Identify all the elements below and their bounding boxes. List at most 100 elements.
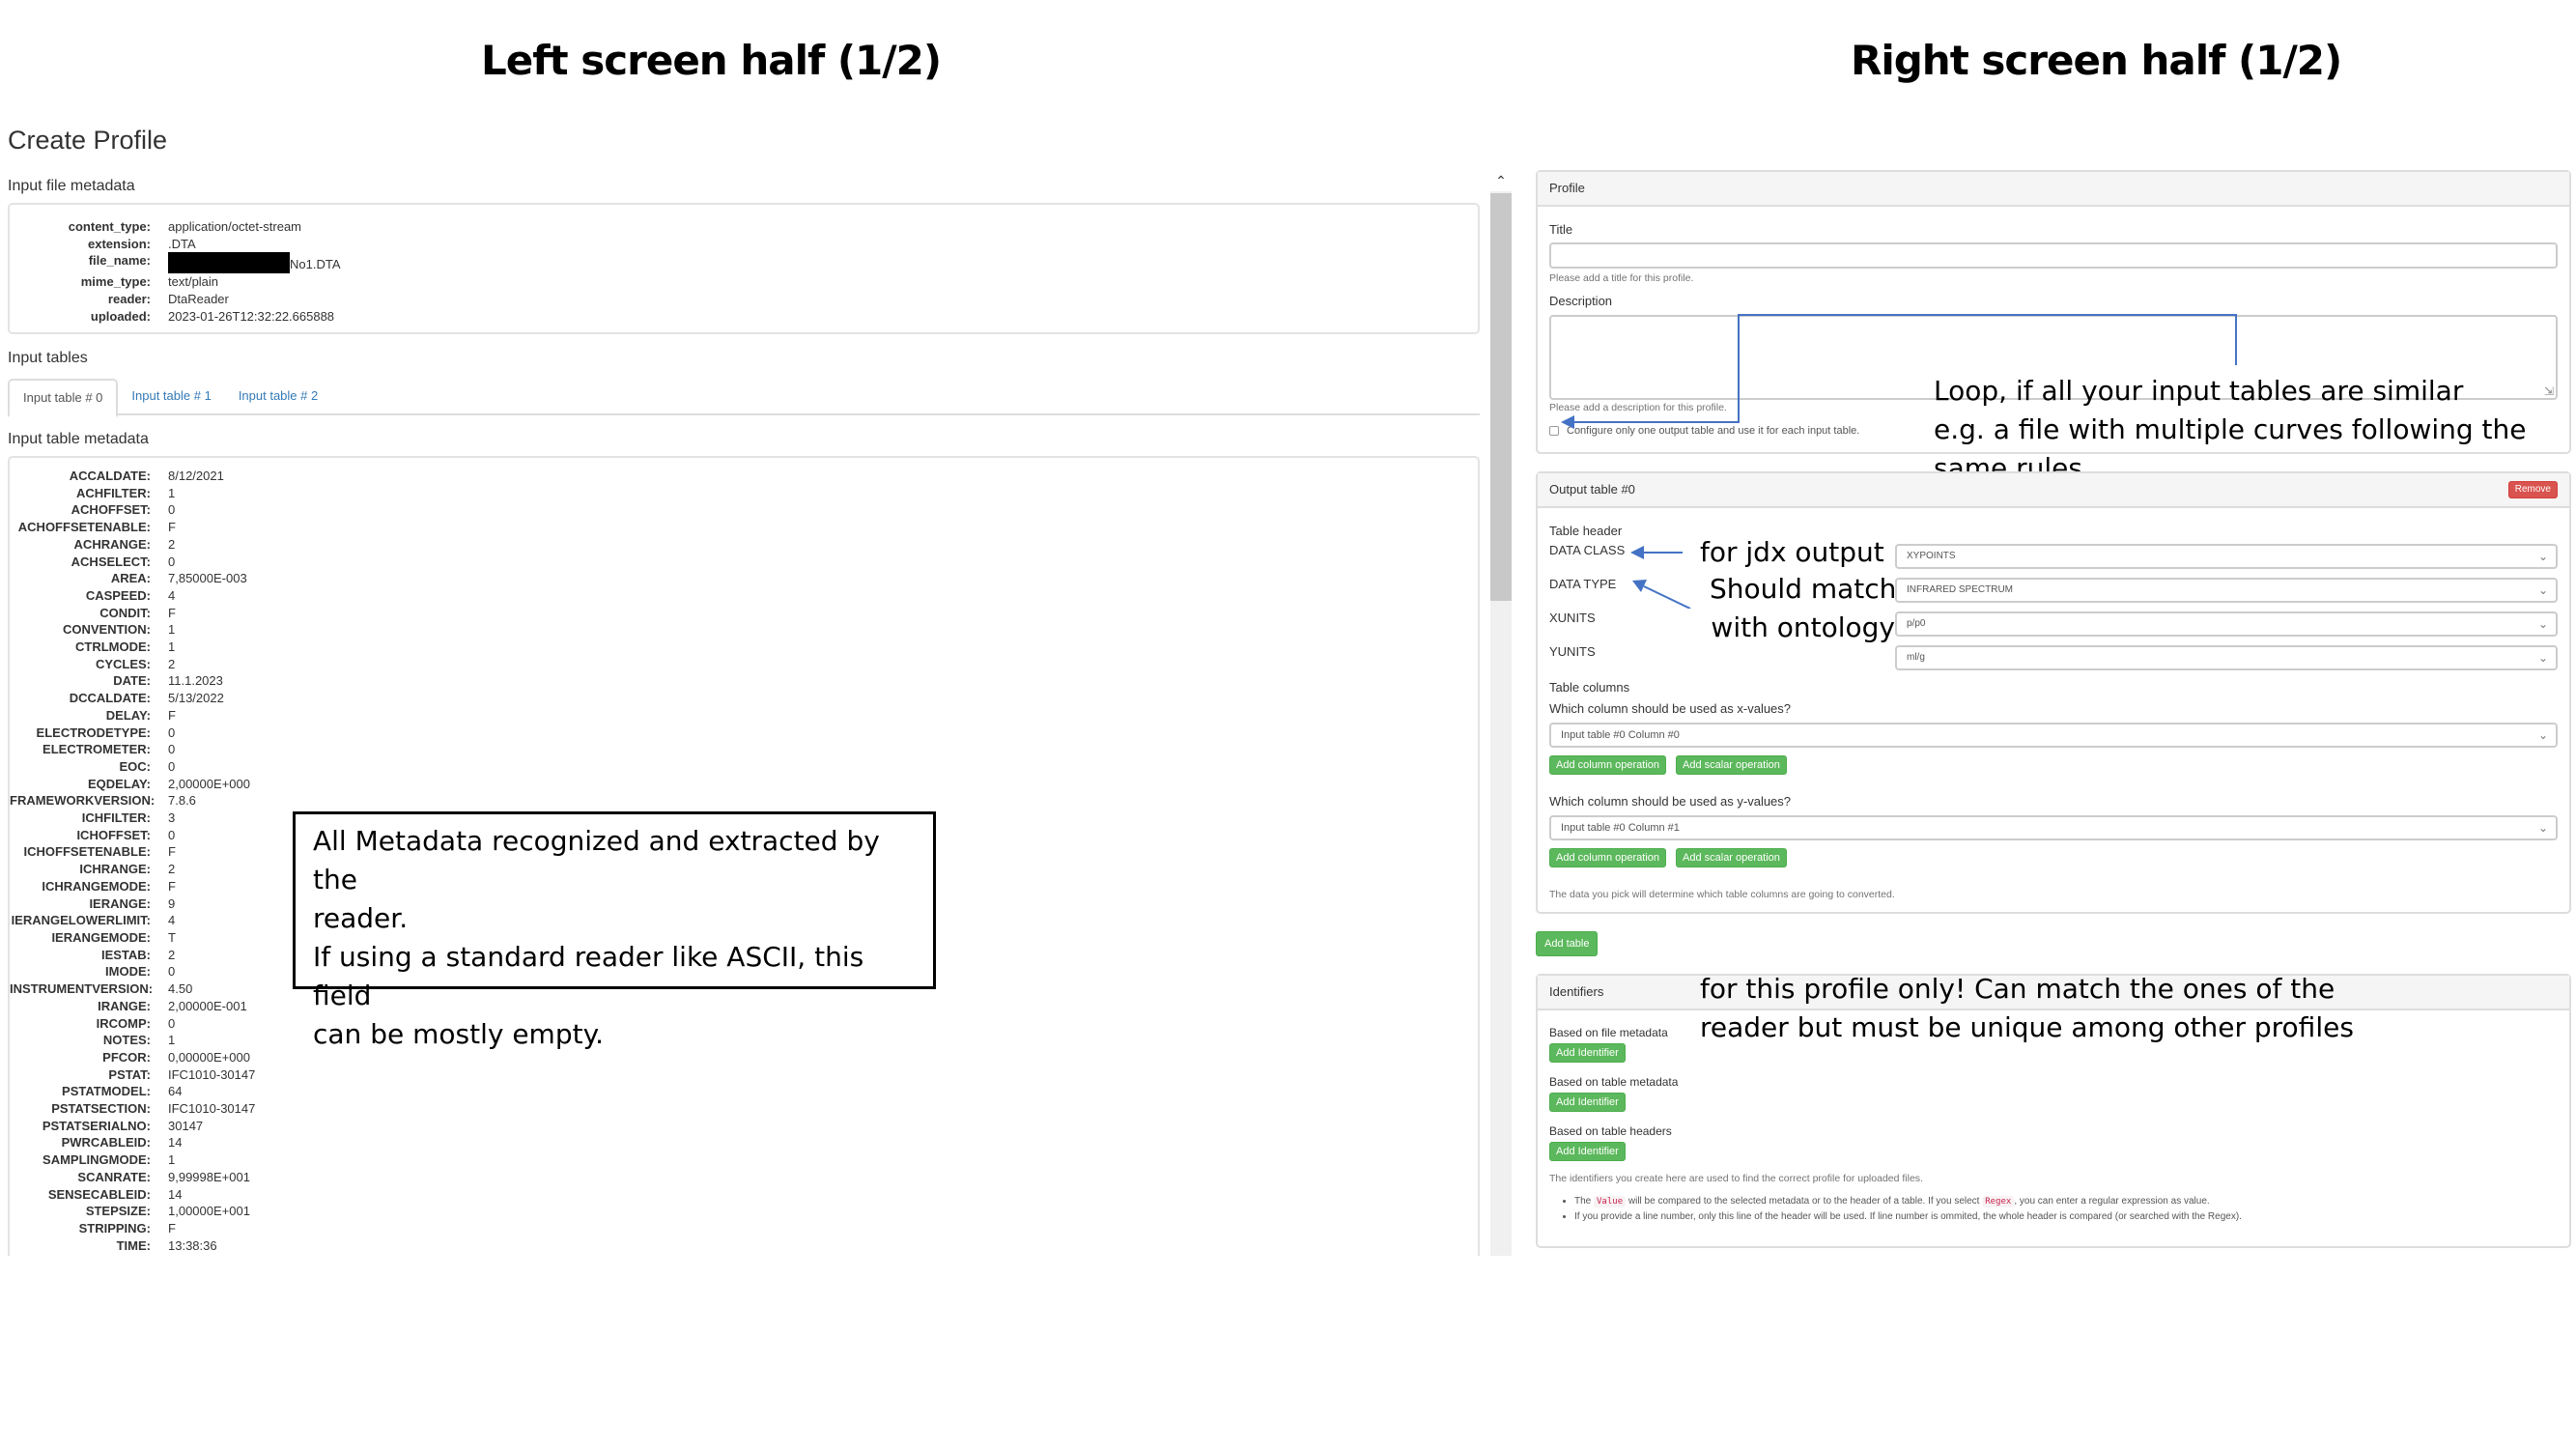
metadata-key: ACHOFFSET: (71, 502, 151, 518)
metadata-key: CASPEED: (85, 587, 151, 603)
table-metadata-row: ACHFILTER: 1 (10, 485, 1478, 502)
metadata-key: STEPSIZE: (85, 1204, 151, 1219)
metadata-key: reader: (107, 292, 151, 307)
metadata-key: ACCALDATE: (69, 469, 151, 483)
metadata-value: F (168, 844, 176, 860)
table-metadata-row: AREA: 7,85000E-003 (10, 570, 1478, 587)
x-column-select[interactable]: Input table #0 Column #0 ⌄ (1549, 723, 2558, 748)
metadata-key: IERANGE: (89, 895, 151, 911)
annotation-line: If using a standard reader like ASCII, t… (313, 941, 864, 1011)
metadata-key: IMODE: (105, 964, 151, 980)
tab-input-table-2[interactable]: Input table # 2 (225, 379, 331, 413)
header-field-select-data-class[interactable]: XYPOINTS ⌄ (1895, 544, 2558, 569)
metadata-value: 0 (168, 724, 176, 740)
metadata-value: 1 (168, 1152, 176, 1168)
metadata-value: 2 (168, 656, 176, 671)
y-add-column-operation-button[interactable]: Add column operation (1549, 848, 1667, 867)
metadata-key: AREA: (110, 571, 151, 586)
output-table-panel: Output table #0 Remove Table header Tabl… (1536, 471, 2571, 914)
title-input[interactable] (1549, 242, 2558, 269)
metadata-key: PFCOR: (102, 1049, 151, 1065)
add-identifier-button[interactable]: Add Identifier (1549, 1043, 1626, 1063)
metadata-value: 2023-01-26T12:32:22.665888 (168, 308, 335, 324)
table-metadata-row: DATE: 11.1.2023 (10, 672, 1478, 690)
tab-input-table-0[interactable]: Input table # 0 (8, 379, 119, 417)
header-field-value: p/p0 (1907, 618, 1926, 629)
table-metadata-row: DCCALDATE: 5/13/2022 (10, 690, 1478, 707)
header-field-label: DATA CLASS (1549, 543, 1626, 557)
metadata-key: IESTAB: (100, 947, 151, 962)
metadata-value: 0 (168, 1015, 176, 1031)
metadata-value: 2,00000E+000 (168, 776, 250, 791)
table-metadata-row: CASPEED: 4 (10, 587, 1478, 605)
metadata-key: SENSECABLEID: (47, 1186, 151, 1202)
file-metadata-well: content_type: application/octet-stream ext… (8, 203, 1480, 334)
table-metadata-row: SENSECABLEID: 14 (10, 1186, 1478, 1204)
left-panel: Create Profile Input file metadata conte… (0, 116, 1507, 1256)
metadata-value: F (168, 605, 176, 620)
chevron-down-icon: ⌄ (2537, 821, 2548, 835)
scroll-up-icon[interactable]: ⌃ (1490, 170, 1512, 191)
metadata-key: SCANRATE: (77, 1169, 151, 1184)
remove-table-button[interactable]: Remove (2507, 481, 2558, 498)
file-metadata-row: mime_type: text/plain (10, 273, 1478, 291)
metadata-key: PSTATSECTION: (51, 1101, 151, 1117)
page-title: Create Profile (8, 126, 168, 155)
add-identifier-button[interactable]: Add Identifier (1549, 1142, 1626, 1161)
metadata-key: IRCOMP: (96, 1015, 151, 1031)
metadata-key: TIME: (116, 1237, 151, 1253)
metadata-key: CTRLMODE: (75, 639, 151, 655)
metadata-value: F (168, 520, 176, 535)
table-metadata-row: ACHSELECT: 0 (10, 554, 1478, 571)
metadata-value: 4.50 (168, 981, 193, 997)
metadata-key: IERANGEMODE: (51, 929, 151, 945)
y-column-value: Input table #0 Column #1 (1561, 822, 1680, 834)
file-metadata-row: reader: DtaReader (10, 291, 1478, 308)
x-add-scalar-operation-button[interactable]: Add scalar operation (1676, 755, 1787, 775)
tab-input-table-1[interactable]: Input table # 1 (118, 379, 224, 413)
metadata-value: 0 (168, 964, 176, 980)
left-scrollbar[interactable]: ⌃ (1490, 170, 1512, 1256)
annotation-line: Loop, if all your input tables are simil… (1934, 375, 2464, 407)
metadata-key: uploaded: (90, 308, 151, 324)
right-half-title: Right screen half (1/2) (1851, 37, 2342, 84)
header-field-select-yunits[interactable]: ml/g ⌄ (1895, 645, 2558, 670)
metadata-value: F (168, 1220, 176, 1236)
regex-code: Regex (1982, 1196, 2015, 1208)
table-metadata-row: SCANRATE: 9,99998E+001 (10, 1169, 1478, 1186)
scrollbar-thumb[interactable] (1490, 193, 1512, 601)
table-metadata-row: CTRLMODE: 1 (10, 639, 1478, 656)
identifier-group-label: Based on table headers (1549, 1124, 1672, 1138)
annotation-line: reader. (313, 902, 409, 934)
table-metadata-row: FRAMEWORKVERSION: 7.8.6 (10, 792, 1478, 810)
metadata-value: 14 (168, 1186, 183, 1202)
metadata-value: 1 (168, 1033, 176, 1048)
y-column-select[interactable]: Input table #0 Column #1 ⌄ (1549, 815, 2558, 840)
add-table-button[interactable]: Add table (1536, 931, 1599, 956)
identifiers-help: The identifiers you create here are used… (1549, 1173, 1923, 1184)
file-metadata-row: extension: .DTA (10, 236, 1478, 253)
metadata-key: ICHRANGEMODE: (42, 878, 151, 894)
add-identifier-button[interactable]: Add Identifier (1549, 1093, 1626, 1112)
table-metadata-row: PSTATSECTION: IFC1010-30147 (10, 1100, 1478, 1118)
y-add-scalar-operation-button[interactable]: Add scalar operation (1676, 848, 1787, 867)
header-field-value: INFRARED SPECTRUM (1907, 584, 2014, 595)
metadata-value: 0 (168, 554, 176, 569)
resize-handle-icon[interactable]: ⇲ (2544, 384, 2554, 398)
metadata-key: PWRCABLEID: (61, 1135, 151, 1151)
metadata-value: 30147 (168, 1118, 204, 1133)
metadata-key: NOTES: (102, 1033, 151, 1048)
metadata-key: DCCALDATE: (69, 691, 151, 706)
metadata-key: INSTRUMENTVERSION: (10, 981, 154, 997)
x-add-column-operation-button[interactable]: Add column operation (1549, 755, 1667, 775)
header-field-select-data-type[interactable]: INFRARED SPECTRUM ⌄ (1895, 578, 2558, 603)
metadata-key: ACHSELECT: (71, 554, 151, 569)
metadata-value: 11.1.2023 (168, 673, 223, 689)
file-metadata-label: Input file metadata (8, 178, 135, 194)
table-metadata-row: STRIPPING: F (10, 1220, 1478, 1237)
metadata-value: 13:38:36 (168, 1237, 217, 1253)
identifier-note-value: The Value will be compared to the select… (1574, 1194, 2554, 1209)
header-field-select-xunits[interactable]: p/p0 ⌄ (1895, 611, 2558, 637)
metadata-value: .DTA (168, 236, 196, 251)
annotation-line: All Metadata recognized and extracted by… (313, 825, 880, 895)
